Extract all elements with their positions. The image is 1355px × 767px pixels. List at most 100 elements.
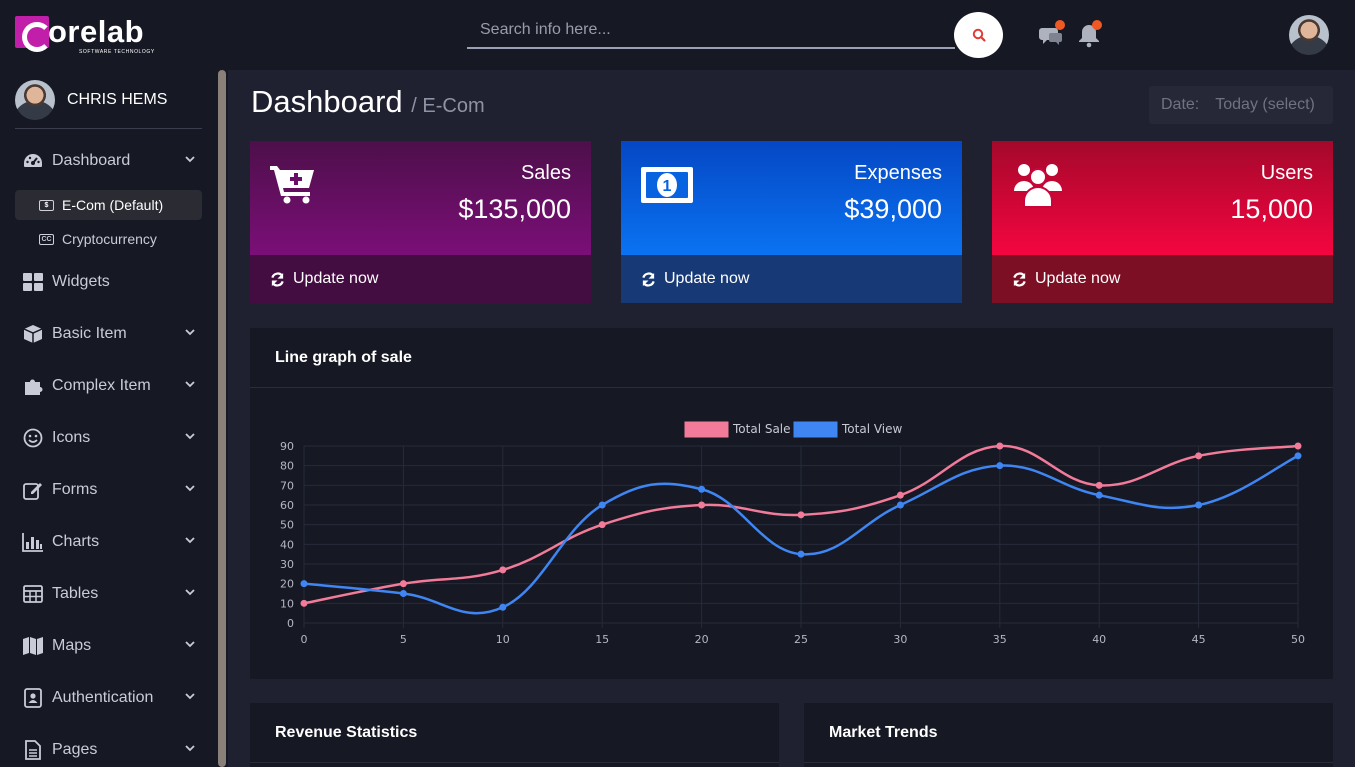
x-tick-label: 20: [695, 633, 709, 646]
card-title: Expenses: [854, 162, 942, 184]
file-icon: [25, 740, 41, 760]
sidebar-subitem-cryptocurrency[interactable]: CC Cryptocurrency: [15, 224, 202, 254]
chevron-down-icon: [185, 433, 195, 440]
sidebar-item-label: Icons: [52, 429, 91, 446]
chevron-down-icon: [185, 693, 195, 700]
data-point: [1195, 501, 1203, 509]
logo-text: orelab: [48, 14, 145, 49]
data-point: [1294, 442, 1302, 450]
cc-icon: CC: [39, 233, 54, 245]
x-tick-label: 50: [1291, 633, 1305, 646]
money-bill-icon: 1: [641, 167, 693, 203]
data-point: [499, 603, 507, 611]
refresh-icon: [1013, 271, 1026, 287]
line-chart[interactable]: 0 10 20 30 40 50 60 70 80 90 0 5 10 15 20 25 30 35 40 45 50 T…: [250, 328, 1333, 679]
data-point: [598, 501, 606, 509]
sidebar-scrollbar[interactable]: [216, 70, 228, 767]
data-point: [698, 485, 706, 493]
data-point: [1294, 452, 1302, 460]
messages-button[interactable]: [1039, 20, 1065, 48]
page-title: Dashboard / E-Com: [251, 84, 485, 120]
panel-title: Market Trends: [829, 724, 938, 741]
sidebar-item-authentication[interactable]: Authentication: [22, 686, 200, 710]
sidebar-item-label: Forms: [52, 481, 98, 498]
sidebar-item-icons[interactable]: Icons: [22, 426, 200, 450]
id-card-icon: [24, 688, 42, 708]
sidebar-item-label: Widgets: [52, 273, 110, 290]
sidebar-item-label: Charts: [52, 533, 100, 550]
x-tick-label: 35: [993, 633, 1007, 646]
sidebar: CHRIS HEMS Dashboard $ E-Com (Default) C…: [0, 70, 216, 767]
profile-avatar[interactable]: [1289, 15, 1329, 55]
x-tick-label: 40: [1092, 633, 1106, 646]
sales-card: Sales $135,000 Update now: [250, 141, 591, 303]
bar-chart-icon: [22, 533, 43, 552]
y-tick-label: 70: [280, 479, 294, 492]
brand-logo[interactable]: orelab SOFTWARE TECHNOLOGY: [15, 14, 165, 58]
sidebar-item-widgets[interactable]: Widgets: [22, 270, 200, 294]
data-point: [1195, 452, 1203, 460]
sidebar-item-forms[interactable]: Forms: [22, 478, 200, 502]
sidebar-item-label: Basic Item: [52, 325, 127, 342]
search-button[interactable]: [954, 12, 1003, 58]
sidebar-item-dashboard[interactable]: Dashboard: [22, 149, 200, 173]
money-icon: $: [39, 199, 54, 211]
chevron-down-icon: [185, 381, 195, 388]
chevron-down-icon: [185, 156, 195, 163]
y-tick-label: 10: [280, 597, 294, 610]
card-title: Sales: [520, 162, 571, 184]
grid-icon: [23, 273, 43, 291]
revenue-statistics-panel: Revenue Statistics: [250, 703, 779, 767]
sidebar-item-label: Maps: [52, 637, 92, 654]
sidebar-item-pages[interactable]: Pages: [22, 738, 200, 762]
data-point: [300, 599, 308, 607]
users-update-button[interactable]: Update now: [992, 255, 1333, 303]
x-tick-label: 30: [893, 633, 907, 646]
x-tick-label: 10: [496, 633, 510, 646]
data-point: [996, 462, 1004, 470]
breadcrumb: / E-Com: [411, 95, 485, 117]
chevron-down-icon: [185, 485, 195, 492]
card-action: Update now: [293, 270, 379, 287]
sidebar-item-maps[interactable]: Maps: [22, 634, 200, 658]
data-point: [896, 491, 904, 499]
sidebar-subitem-ecom[interactable]: $ E-Com (Default): [15, 190, 202, 220]
sales-update-button[interactable]: Update now: [250, 255, 591, 303]
expenses-update-button[interactable]: Update now: [621, 255, 962, 303]
panel-divider: [804, 762, 1333, 763]
panel-title: Revenue Statistics: [275, 724, 418, 741]
card-value: $39,000: [844, 194, 942, 224]
user-name: CHRIS HEMS: [67, 91, 168, 108]
sidebar-item-complex-item[interactable]: Complex Item: [22, 374, 200, 398]
data-point: [399, 590, 407, 597]
data-point: [399, 580, 407, 588]
sidebar-item-tables[interactable]: Tables: [22, 582, 200, 606]
card-value: 15,000: [1230, 194, 1313, 224]
panel-divider: [250, 762, 779, 763]
data-point: [698, 501, 706, 509]
y-tick-label: 30: [280, 558, 294, 571]
table-icon: [23, 585, 43, 603]
search-input[interactable]: [467, 12, 955, 47]
sidebar-item-basic-item[interactable]: Basic Item: [22, 322, 200, 346]
data-point: [797, 550, 805, 558]
user-avatar: [15, 80, 55, 120]
date-filter[interactable]: Date: Today (select): [1149, 86, 1333, 124]
gauge-icon: [24, 154, 42, 167]
data-point: [1095, 481, 1103, 489]
data-point: [300, 580, 308, 588]
date-filter-label: Date:: [1161, 96, 1200, 113]
sidebar-item-charts[interactable]: Charts: [22, 530, 200, 554]
users-card: Users 15,000 Update now: [992, 141, 1333, 303]
card-value: $135,000: [458, 194, 571, 224]
y-tick-label: 80: [280, 460, 294, 473]
svg-text:1: 1: [663, 178, 672, 195]
scrollbar-thumb[interactable]: [218, 70, 226, 767]
data-point: [797, 511, 805, 519]
notifications-button[interactable]: [1076, 20, 1102, 48]
messages-badge: [1055, 20, 1065, 30]
chevron-down-icon: [185, 745, 195, 752]
date-filter-value: Today (select): [1215, 96, 1315, 113]
chevron-down-icon: [185, 641, 195, 648]
expenses-card: 1 Expenses $39,000 Update now: [621, 141, 962, 303]
